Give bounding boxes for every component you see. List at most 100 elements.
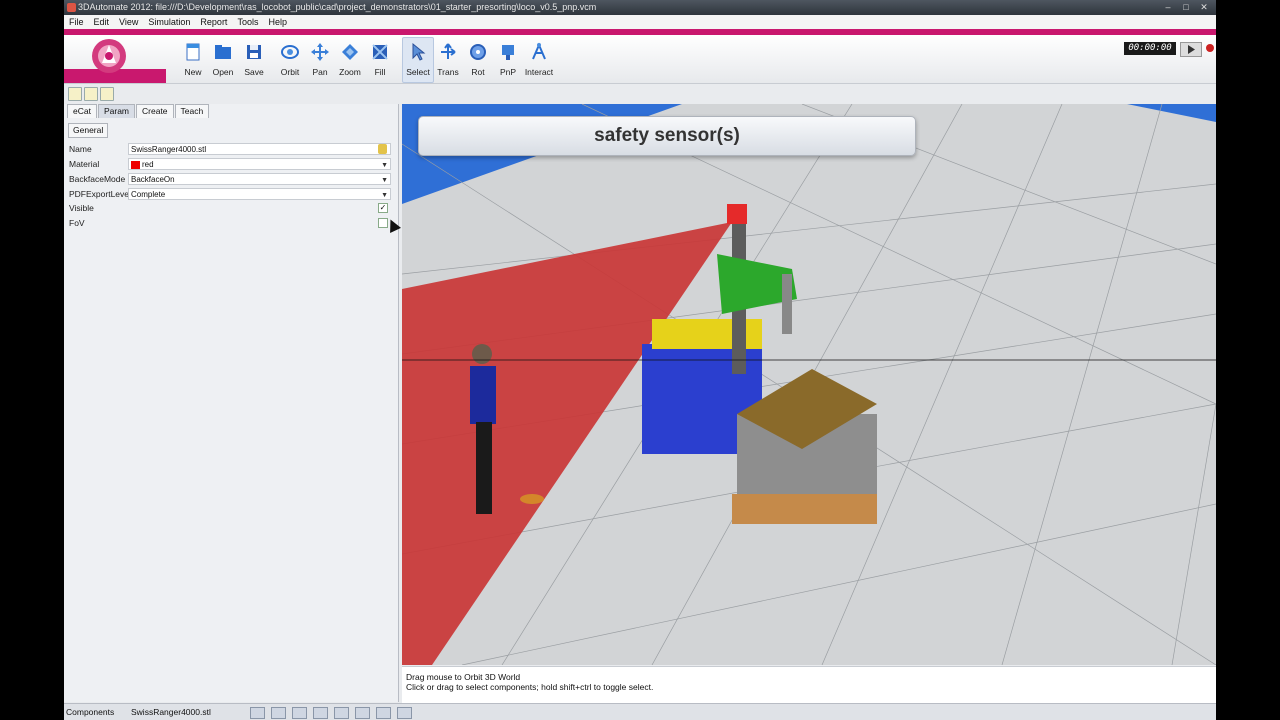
- menu-view[interactable]: View: [114, 15, 143, 29]
- visible-checkbox[interactable]: ✓: [378, 203, 388, 213]
- pan-button-label: Pan: [312, 67, 328, 77]
- pdf-export-dropdown[interactable]: Complete ▼: [128, 188, 391, 200]
- snap-icon[interactable]: [250, 707, 265, 719]
- tab-create[interactable]: Create: [136, 104, 174, 118]
- property-visible-row: Visible ✓: [67, 202, 393, 215]
- rot-button-label: Rot: [471, 67, 485, 77]
- interact-button-label: Interact: [524, 67, 554, 77]
- open-button[interactable]: Open: [208, 38, 238, 82]
- title-bar: 3DAutomate 2012: file:///D:\Development\…: [64, 0, 1216, 15]
- select-button[interactable]: Select: [402, 37, 434, 83]
- material-dropdown[interactable]: red ▼: [128, 158, 391, 170]
- backface-label: BackfaceMode: [69, 174, 126, 184]
- property-fov-row: FoV: [67, 217, 393, 230]
- trans-button[interactable]: Trans: [433, 38, 463, 82]
- menu-file[interactable]: File: [64, 15, 89, 29]
- status-panel: Drag mouse to Orbit 3D World Click or dr…: [402, 666, 1216, 703]
- window-controls: – □ ✕: [1160, 1, 1212, 13]
- new-file-icon: [186, 43, 200, 61]
- mini-tool-icon-1[interactable]: [68, 87, 82, 101]
- components-label: Components: [66, 707, 115, 717]
- menu-edit[interactable]: Edit: [89, 15, 115, 29]
- layer-icon[interactable]: [313, 707, 328, 719]
- orbit-icon: [281, 45, 299, 59]
- material-label: Material: [69, 159, 100, 169]
- app-icon: [67, 3, 76, 12]
- menu-simulation[interactable]: Simulation: [143, 15, 195, 29]
- property-pdf-row: PDFExportLevel Complete ▼: [67, 188, 393, 201]
- new-button-label: New: [184, 67, 202, 77]
- cursor-icon: [412, 42, 426, 61]
- pnp-button-label: PnP: [499, 67, 517, 77]
- save-button[interactable]: Save: [239, 38, 269, 82]
- pan-button[interactable]: Pan: [305, 38, 335, 82]
- tab-ecat[interactable]: eCat: [67, 104, 97, 118]
- interact-button[interactable]: Interact: [524, 38, 554, 82]
- menu-bar: File Edit View Simulation Report Tools H…: [64, 15, 1216, 29]
- material-color-swatch: [131, 160, 140, 169]
- menu-report[interactable]: Report: [195, 15, 232, 29]
- grid-icon[interactable]: [334, 707, 349, 719]
- play-icon: [1188, 45, 1195, 54]
- panel-tabs: eCat Param Create Teach: [67, 104, 210, 118]
- name-label: Name: [69, 144, 92, 154]
- window-title: 3DAutomate 2012: file:///D:\Development\…: [78, 2, 597, 12]
- application-window: 3DAutomate 2012: file:///D:\Development\…: [64, 0, 1216, 720]
- floppy-icon: [247, 45, 261, 59]
- save-button-label: Save: [244, 67, 264, 77]
- select-button-label: Select: [406, 67, 430, 77]
- bottom-toolbar: [250, 707, 412, 719]
- fov-label: FoV: [69, 218, 85, 228]
- zoom-button[interactable]: Zoom: [335, 38, 365, 82]
- fill-icon: [372, 44, 388, 60]
- backface-dropdown[interactable]: BackfaceOn ▼: [128, 173, 391, 185]
- app-logo: [64, 39, 166, 83]
- rotate-icon: [470, 44, 486, 60]
- frame-icon[interactable]: [271, 707, 286, 719]
- rot-button[interactable]: Rot: [463, 38, 493, 82]
- pan-icon: [311, 43, 329, 61]
- selected-component: SwissRanger4000.stl: [131, 707, 211, 717]
- mini-tool-icon-3[interactable]: [100, 87, 114, 101]
- tool-icon[interactable]: [397, 707, 412, 719]
- chevron-down-icon[interactable]: ▼: [381, 175, 388, 187]
- trans-button-label: Trans: [437, 67, 459, 77]
- lock-icon[interactable]: [378, 144, 387, 154]
- chevron-down-icon[interactable]: ▼: [381, 160, 388, 172]
- zoom-icon: [342, 44, 358, 60]
- camera-icon[interactable]: [355, 707, 370, 719]
- material-value: red: [142, 160, 154, 169]
- close-icon[interactable]: ✕: [1196, 1, 1212, 13]
- 3d-viewport[interactable]: [402, 104, 1216, 665]
- chevron-down-icon[interactable]: ▼: [381, 190, 388, 202]
- overlay-banner: safety sensor(s): [418, 116, 916, 156]
- property-name-row: Name SwissRanger4000.stl: [67, 143, 393, 156]
- name-value: SwissRanger4000.stl: [131, 145, 207, 154]
- menu-help[interactable]: Help: [263, 15, 292, 29]
- new-button[interactable]: New: [178, 38, 208, 82]
- record-icon[interactable]: [1206, 44, 1214, 52]
- minimize-icon[interactable]: –: [1160, 1, 1176, 13]
- pdf-export-label: PDFExportLevel: [69, 189, 131, 199]
- play-button[interactable]: [1180, 42, 1202, 57]
- backface-value: BackfaceOn: [131, 175, 175, 184]
- pick-and-place-icon: [502, 45, 514, 60]
- zoom-button-label: Zoom: [339, 67, 361, 77]
- visible-label: Visible: [69, 203, 94, 213]
- bottom-status-bar: Components SwissRanger4000.stl: [64, 703, 1216, 720]
- measure-icon[interactable]: [292, 707, 307, 719]
- orbit-button[interactable]: Orbit: [275, 38, 305, 82]
- pnp-button[interactable]: PnP: [493, 38, 523, 82]
- menu-tools[interactable]: Tools: [232, 15, 263, 29]
- tab-param[interactable]: Param: [97, 104, 136, 118]
- name-field[interactable]: SwissRanger4000.stl: [128, 143, 391, 155]
- property-material-row: Material red ▼: [67, 158, 393, 171]
- mini-tool-pencil-icon[interactable]: [84, 87, 98, 101]
- tab-general[interactable]: General: [68, 123, 109, 138]
- settings-icon[interactable]: [376, 707, 391, 719]
- tab-teach[interactable]: Teach: [174, 104, 210, 118]
- fill-button[interactable]: Fill: [365, 38, 395, 82]
- translate-icon: [441, 43, 456, 59]
- property-backface-row: BackfaceMode BackfaceOn ▼: [67, 173, 393, 186]
- maximize-icon[interactable]: □: [1178, 1, 1194, 13]
